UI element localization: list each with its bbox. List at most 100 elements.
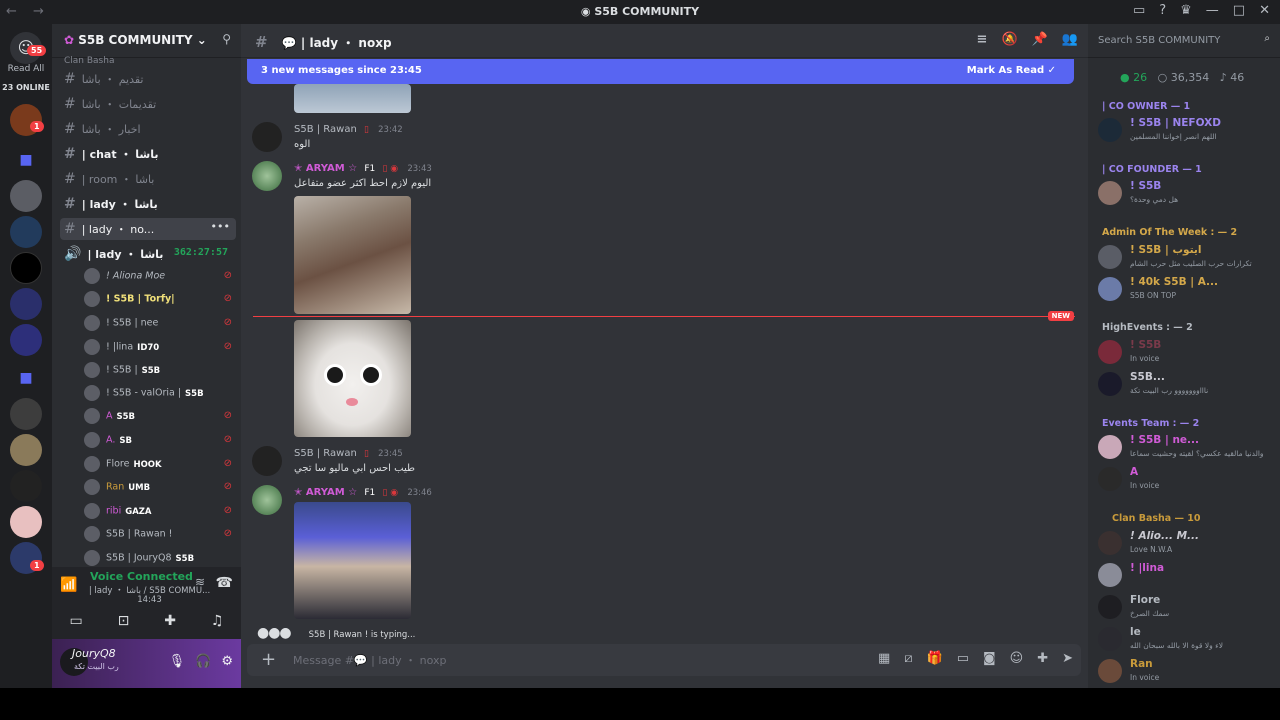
voice-user[interactable]: ! S5B | nee ⊘ xyxy=(84,315,236,337)
voice-user[interactable]: Flore HOOK ⊘ xyxy=(84,456,236,478)
soundboard-icon[interactable]: ♫ xyxy=(211,613,224,629)
channel-item[interactable]: # اخبار ・ باشا xyxy=(60,118,236,140)
mark-as-read-button[interactable]: Mark As Read ✓ xyxy=(967,65,1056,76)
member-item[interactable]: ! S5B | NEFOXD اللهم انصر إخواننا المسلمي… xyxy=(1098,115,1274,145)
member-item[interactable]: ! S5B هل دمي وحدة؟ xyxy=(1098,178,1274,208)
server-icon-2[interactable] xyxy=(10,180,42,212)
help-icon[interactable]: ? xyxy=(1159,3,1166,18)
emoji-icon[interactable]: ☺ xyxy=(1010,651,1024,666)
settings-gear-icon[interactable]: ⚙ xyxy=(221,654,233,669)
message-author[interactable]: ✭ ARYAM ☆ xyxy=(294,487,357,498)
send-icon[interactable]: ➤ xyxy=(1062,651,1073,666)
pin-icon[interactable]: 📌 xyxy=(1032,32,1048,47)
apps-icon[interactable]: ✚ xyxy=(1037,651,1048,666)
voice-user[interactable]: A. SB ⊘ xyxy=(84,432,236,454)
member-item[interactable]: ! Alio... M... Love N.W.A xyxy=(1098,528,1274,558)
server-icon-3[interactable] xyxy=(10,216,42,248)
voice-user[interactable]: A S5B ⊘ xyxy=(84,408,236,430)
voice-user[interactable]: ! S5B | Torfy| ⊘ xyxy=(84,291,236,313)
image-attachment[interactable] xyxy=(294,502,411,619)
threads-icon[interactable]: ≡ xyxy=(977,32,988,47)
member-item[interactable]: ! |lina xyxy=(1098,560,1274,590)
invite-people-icon[interactable]: ⚲ xyxy=(222,32,231,46)
folder-icon[interactable]: ■ xyxy=(10,144,42,176)
member-item[interactable]: S5B... ناااووووووو رب البيت تكة xyxy=(1098,369,1274,399)
avatar[interactable] xyxy=(252,446,282,476)
server-header[interactable]: ✿ S5B COMMUNITY ⌄ ⚲ xyxy=(52,24,241,58)
muted-icon: ⊘ xyxy=(223,341,232,352)
read-all-button[interactable]: Read All xyxy=(0,64,52,74)
voice-user[interactable]: ! S5B | S5B xyxy=(84,362,236,384)
noise-suppression-icon[interactable]: ≋ xyxy=(195,575,205,589)
member-item[interactable]: ! S5B | ne... والدنيا مالقيه عكسي؟ لقيته … xyxy=(1098,432,1274,462)
camera-icon[interactable]: ▭ xyxy=(69,613,82,629)
image-attachment[interactable] xyxy=(294,320,411,437)
member-item[interactable]: A In voice xyxy=(1098,464,1274,494)
voice-user[interactable]: ribi GAZA ⊘ xyxy=(84,503,236,525)
calendar-icon[interactable]: ▦ xyxy=(878,651,890,666)
voice-user[interactable]: S5B | Rawan ! ⊘ xyxy=(84,526,236,548)
sticker-icon[interactable]: ◙ xyxy=(983,651,996,666)
voice-user[interactable]: ! S5B - valOria | S5B xyxy=(84,385,236,407)
inbox-icon[interactable]: ▭ xyxy=(1133,3,1145,18)
voice-user[interactable]: ! |lina ID70 ⊘ xyxy=(84,339,236,361)
minimize-icon[interactable]: — xyxy=(1206,3,1219,18)
member-item[interactable]: ! 40k S5B | A... S5B ON TOP xyxy=(1098,274,1274,304)
voice-user[interactable]: Ran UMB ⊘ xyxy=(84,479,236,501)
channel-item[interactable]: # | chat ・ باشا xyxy=(60,143,236,165)
member-item[interactable]: ! S5B In voice xyxy=(1098,337,1274,367)
category-label[interactable]: Clan Basha xyxy=(64,56,114,66)
server-icon-8[interactable] xyxy=(10,434,42,466)
server-icon-7[interactable] xyxy=(10,398,42,430)
avatar[interactable] xyxy=(252,122,282,152)
microphone-icon[interactable]: 🎙 xyxy=(169,654,186,669)
server-icon-4[interactable] xyxy=(10,252,42,284)
username[interactable]: JouryQ8 xyxy=(72,647,116,660)
message-author[interactable]: ✭ ARYAM ☆ xyxy=(294,163,357,174)
server-icon-6[interactable] xyxy=(10,324,42,356)
add-attachment-icon[interactable]: + xyxy=(261,649,276,670)
notifications-muted-icon[interactable]: 🔕 xyxy=(1001,32,1017,47)
member-item[interactable]: le لاء ولا قوة الا بالله سبحان الله xyxy=(1098,624,1274,654)
members-icon[interactable]: 👥 xyxy=(1062,32,1078,47)
server-icon-5[interactable] xyxy=(10,288,42,320)
server-icon-10[interactable] xyxy=(10,506,42,538)
voice-status[interactable]: Voice Connected xyxy=(90,570,193,583)
disconnect-icon[interactable]: ☎ xyxy=(216,575,233,591)
voice-channel-item[interactable]: 🔊 | lady ・ باشا 362:27:57 xyxy=(60,243,236,265)
image-attachment[interactable] xyxy=(294,196,411,314)
slash-icon[interactable]: ⧄ xyxy=(904,651,912,666)
channel-item[interactable]: # تقديمات ・ باشا xyxy=(60,93,236,115)
channel-item-active[interactable]: # | lady ・ no... ••• xyxy=(60,218,236,240)
member-item[interactable]: Ran In voice xyxy=(1098,656,1274,686)
gift-icon[interactable]: 🎁 xyxy=(927,651,943,666)
avatar xyxy=(84,339,100,355)
member-item[interactable]: Flore سمك الصرخ xyxy=(1098,592,1274,622)
maximize-icon[interactable]: □ xyxy=(1233,3,1245,18)
image-attachment[interactable] xyxy=(294,84,411,113)
activities-icon[interactable]: ✚ xyxy=(164,613,176,629)
channel-item[interactable]: # | lady ・ باشا xyxy=(60,193,236,215)
message-author[interactable]: S5B | Rawan xyxy=(294,448,357,459)
folder-icon-2[interactable]: ■ xyxy=(10,362,42,394)
gif-icon[interactable]: ▭ xyxy=(957,651,969,666)
avatar xyxy=(84,432,100,448)
new-messages-bar[interactable]: 3 new messages since 23:45 Mark As Read … xyxy=(247,59,1074,84)
screen-share-icon[interactable]: ⊡ xyxy=(118,613,130,629)
server-icon-9[interactable] xyxy=(10,470,42,502)
avatar[interactable] xyxy=(252,161,282,191)
channel-item[interactable]: # | room ・ باشا xyxy=(60,168,236,190)
message-input[interactable] xyxy=(293,650,773,670)
avatar[interactable] xyxy=(252,485,282,515)
member-item[interactable]: ! S5B | ايتوب تكرارات حرب الصليب مثل حرب … xyxy=(1098,242,1274,272)
voice-user[interactable]: ! Aliona Moe ⊘ xyxy=(84,268,236,290)
channel-item[interactable]: # تقديم ・ باشا xyxy=(60,68,236,90)
more-options-icon[interactable]: ••• xyxy=(211,220,230,233)
headphones-icon[interactable]: 🎧 xyxy=(195,654,211,669)
message-author[interactable]: S5B | Rawan xyxy=(294,124,357,135)
search-box[interactable]: Search S5B COMMUNITY ⌕ xyxy=(1088,24,1280,58)
close-icon[interactable]: ✕ xyxy=(1259,3,1270,18)
activity-icon[interactable]: ♛ xyxy=(1180,3,1192,18)
window-title-text: S5B COMMUNITY xyxy=(594,5,700,18)
clan-tag: UMB xyxy=(128,482,151,493)
